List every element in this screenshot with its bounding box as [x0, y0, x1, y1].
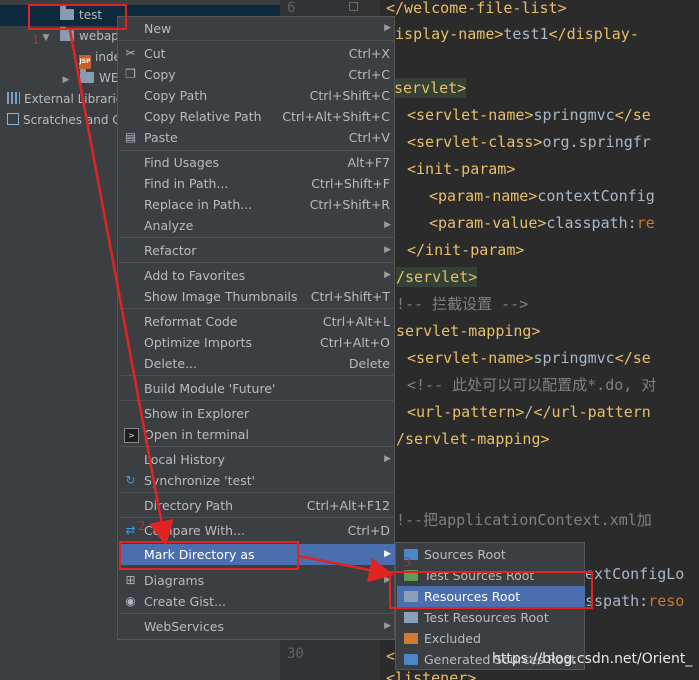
annotation-arrow-1-to-2 — [68, 29, 174, 546]
watermark: https://blog.csdn.net/Orient_ — [492, 651, 693, 667]
annotation-arrow-2-to-3 — [298, 554, 394, 583]
ide-window: test ▼ webap JSP inde ▶ WE External Librari… — [0, 0, 699, 680]
annotation-arrows — [68, 29, 394, 583]
